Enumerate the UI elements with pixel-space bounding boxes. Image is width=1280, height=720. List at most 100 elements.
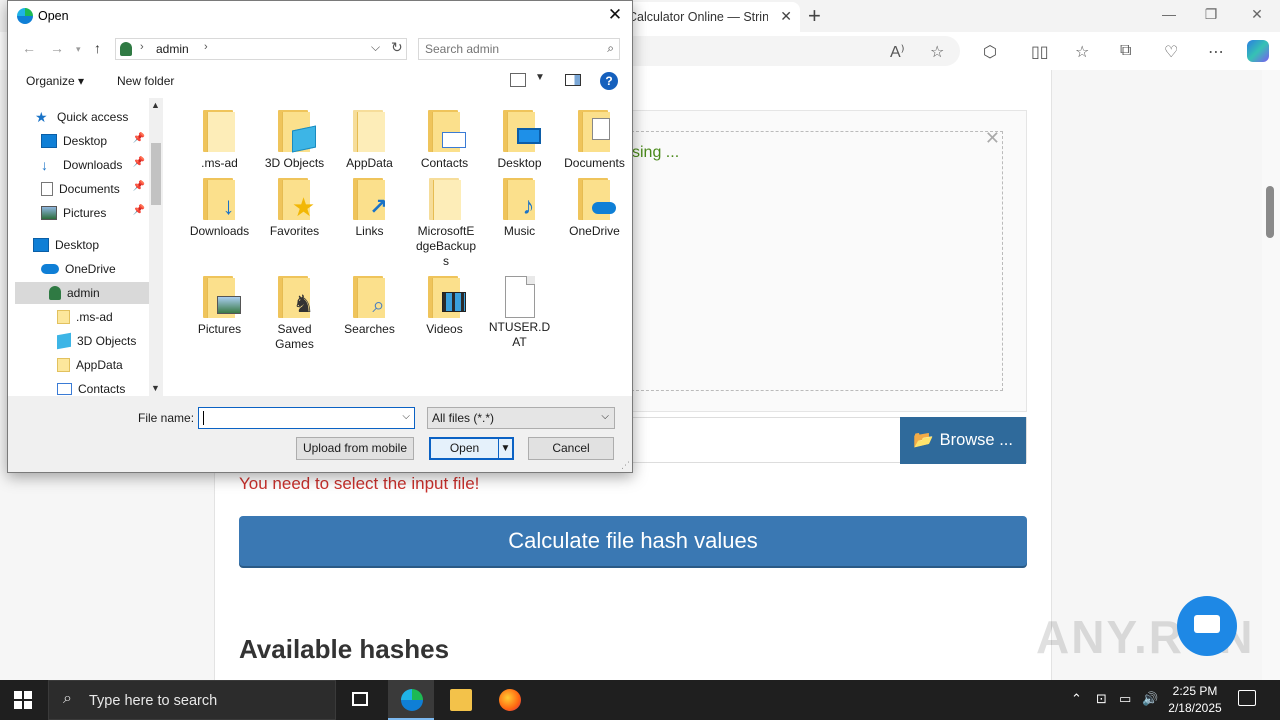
refresh-icon[interactable]: ↻ (391, 39, 403, 56)
chevron-right-icon[interactable]: › (140, 41, 144, 53)
collections-icon[interactable]: ⧉ (1120, 42, 1131, 60)
file-name-field[interactable]: ⌵ (198, 407, 415, 429)
taskbar-search[interactable]: ⌕ Type here to search (48, 680, 336, 720)
drop-close-icon[interactable]: ✕ (985, 128, 1000, 149)
new-folder-button[interactable]: New folder (117, 74, 174, 88)
nav-label: 3D Objects (77, 334, 137, 348)
scroll-thumb[interactable] (151, 143, 161, 205)
path-breadcrumb[interactable]: › admin › ⌵ ↻ (115, 38, 407, 60)
preview-pane-icon[interactable] (565, 74, 581, 86)
file-tile[interactable]: Contacts (407, 98, 482, 171)
new-tab-button[interactable]: + (808, 3, 821, 29)
file-tile[interactable]: MicrosoftEdgeBackups (407, 168, 485, 269)
nav-pane-scrollbar[interactable]: ▲ ▼ (149, 98, 163, 396)
nav-downloads-pinned[interactable]: ↓ Downloads 📌 (41, 154, 147, 176)
section-title: Available hashes (239, 634, 450, 664)
file-type-select[interactable]: All files (*.*) ⌵ (427, 407, 615, 429)
file-tile[interactable]: ★ Favorites (257, 168, 332, 239)
file-tile[interactable]: Desktop (482, 98, 557, 171)
nav-pictures-pinned[interactable]: Pictures 📌 (41, 202, 147, 224)
chevron-right-icon[interactable]: › (204, 41, 208, 53)
file-tile[interactable]: .ms-ad (182, 98, 257, 171)
chat-icon[interactable] (1177, 596, 1237, 656)
notification-icon[interactable] (1238, 690, 1256, 706)
windows-start-icon[interactable] (14, 691, 32, 709)
file-tile[interactable]: ↓ Downloads (182, 168, 257, 239)
nav-admin[interactable]: admin (15, 282, 154, 304)
scroll-up-icon[interactable]: ▲ (151, 100, 160, 110)
forward-arrow-icon[interactable]: → (50, 40, 64, 56)
organize-button[interactable]: Organize ▾ (26, 74, 84, 88)
recent-locations-icon[interactable]: ▾ (76, 44, 81, 55)
file-tile[interactable]: ⌕ Searches (332, 266, 407, 337)
browser-tab[interactable]: Calculator Online — String ✕ (620, 2, 800, 32)
taskbar-edge[interactable] (388, 680, 434, 720)
clock[interactable]: 2:25 PM 2/18/2025 (1160, 683, 1230, 717)
nav-label: OneDrive (65, 262, 116, 276)
extensions-icon[interactable]: ⬡ (983, 42, 997, 62)
page-scrollbar[interactable] (1262, 70, 1280, 680)
file-tile[interactable]: AppData (332, 98, 407, 171)
dialog-nav-bar: ← → ▾ ↑ › admin › ⌵ ↻ ⌕ (8, 32, 632, 66)
nav-desktop-pinned[interactable]: Desktop 📌 (41, 130, 147, 152)
file-name-input[interactable] (203, 411, 393, 425)
browser-essentials-icon[interactable]: ♡ (1164, 42, 1178, 62)
search-input[interactable] (425, 42, 595, 56)
task-view-button[interactable] (337, 680, 383, 720)
file-tile[interactable]: 3D Objects (257, 98, 332, 171)
favorite-star-icon[interactable]: ☆ (930, 42, 944, 62)
more-menu-icon[interactable]: ⋯ (1208, 42, 1224, 62)
chevron-down-icon[interactable]: ⌵ (371, 40, 380, 55)
file-tile[interactable]: Documents (557, 98, 632, 171)
file-tile[interactable]: ♞ Saved Games (257, 266, 332, 352)
file-tile[interactable]: NTUSER.DAT (482, 266, 557, 350)
up-arrow-icon[interactable]: ↑ (94, 40, 101, 56)
restore-button[interactable]: ❐ (1188, 6, 1234, 23)
help-icon[interactable]: ? (600, 72, 618, 90)
chevron-up-icon[interactable]: ⌃ (1071, 691, 1082, 707)
drop-zone[interactable]: sing ... ✕ (631, 128, 1003, 391)
cancel-button[interactable]: Cancel (528, 437, 614, 460)
read-aloud-icon[interactable]: A⁾ (890, 42, 905, 62)
dialog-titlebar[interactable]: Open ✕ (8, 1, 632, 32)
split-screen-icon[interactable]: ▯▯ (1031, 42, 1049, 62)
search-field[interactable]: ⌕ (418, 38, 620, 60)
back-arrow-icon[interactable]: ← (22, 40, 36, 56)
calculate-button[interactable]: Calculate file hash values (239, 516, 1027, 566)
minimize-button[interactable]: — (1146, 6, 1192, 22)
copilot-icon[interactable] (1247, 40, 1269, 62)
favorites-icon[interactable]: ☆ (1075, 42, 1089, 62)
nav-documents-pinned[interactable]: Documents 📌 (41, 178, 147, 200)
device-icon[interactable]: ⊡ (1096, 691, 1107, 707)
desktop-folder-icon (502, 110, 541, 154)
address-bar[interactable] (630, 36, 960, 66)
open-button[interactable]: Open ▼ (429, 437, 514, 460)
pin-icon: 📌 (132, 205, 145, 216)
upload-from-mobile-button[interactable]: Upload from mobile (296, 437, 414, 460)
file-tile[interactable]: Pictures (182, 266, 257, 337)
volume-icon[interactable]: 🔊 (1142, 691, 1158, 707)
scroll-thumb[interactable] (1266, 186, 1274, 238)
pin-icon: 📌 (132, 157, 145, 168)
taskbar-firefox[interactable] (486, 680, 532, 720)
breadcrumb-admin[interactable]: admin (156, 42, 189, 56)
file-tile[interactable]: OneDrive (557, 168, 632, 239)
scroll-down-icon[interactable]: ▼ (151, 383, 160, 393)
window-close-button[interactable]: ✕ (1234, 6, 1280, 23)
resize-grip-icon[interactable]: ⋰ (621, 460, 630, 471)
chevron-down-icon: ⌵ (601, 411, 609, 422)
dialog-close-icon[interactable]: ✕ (604, 5, 626, 25)
hidden-folder-icon (429, 178, 463, 222)
search-icon[interactable]: ⌕ (607, 41, 614, 56)
view-dropdown-icon[interactable]: ▼ (535, 72, 545, 83)
file-tile[interactable]: ♪ Music (482, 168, 557, 239)
chevron-down-icon[interactable]: ⌵ (402, 411, 410, 422)
file-tile[interactable]: Videos (407, 266, 482, 337)
network-icon[interactable]: ▭ (1119, 691, 1131, 707)
browse-button[interactable]: 📂 Browse ... (900, 417, 1026, 464)
file-tile[interactable]: ↗ Links (332, 168, 407, 239)
change-view-icon[interactable] (510, 73, 526, 87)
open-dropdown-icon[interactable]: ▼ (498, 439, 512, 458)
taskbar-file-explorer[interactable] (437, 680, 483, 720)
tab-close-icon[interactable]: ✕ (780, 8, 792, 25)
